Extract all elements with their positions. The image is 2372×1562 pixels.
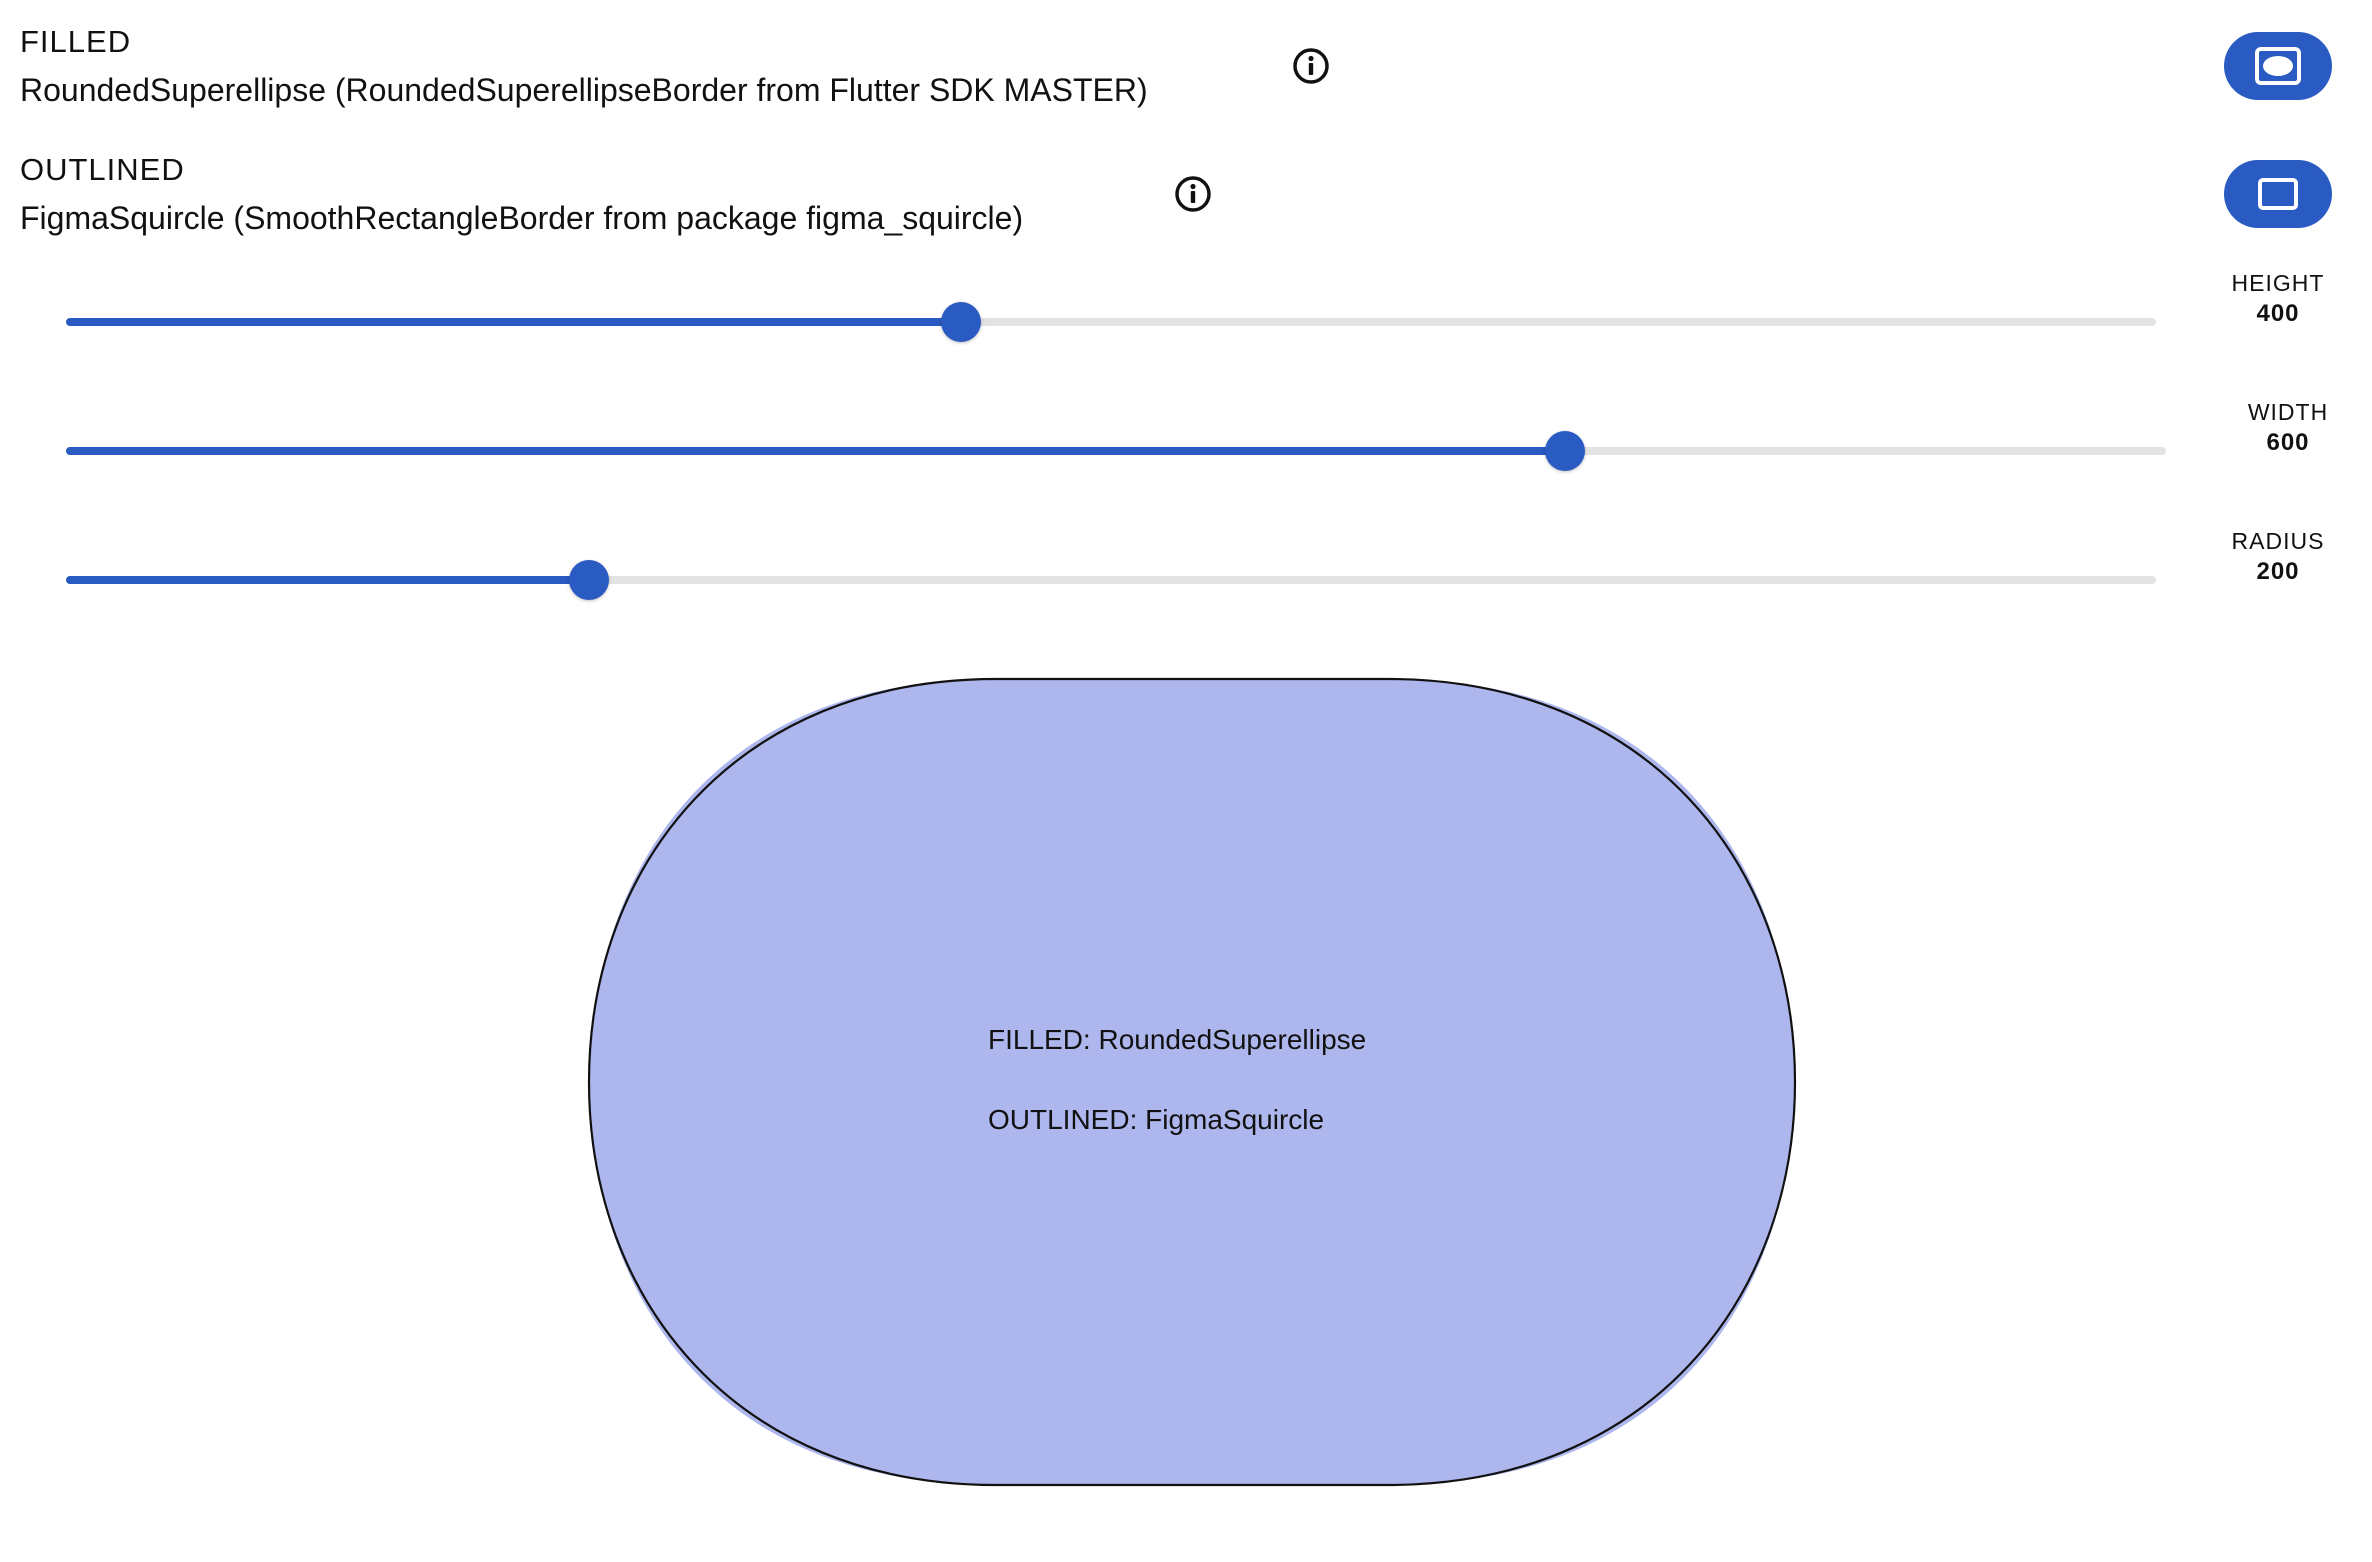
height-slider[interactable] — [66, 300, 2156, 344]
width-value: 600 — [2266, 429, 2310, 456]
height-label: HEIGHT — [2231, 270, 2325, 296]
slider-fill — [66, 318, 961, 326]
filled-mode-description: RoundedSuperellipse (RoundedSuperellipse… — [20, 72, 1148, 108]
filled-rounded-superellipse — [590, 680, 1794, 1484]
info-icon[interactable] — [1292, 47, 1330, 85]
radius-slider[interactable] — [66, 558, 2156, 602]
height-value: 400 — [2256, 300, 2300, 327]
preview-outlined-text: OUTLINED: FigmaSquircle — [988, 1104, 1325, 1135]
radius-readout: RADIUS 200 — [2178, 526, 2372, 588]
width-slider[interactable] — [66, 429, 2166, 473]
slider-thumb[interactable] — [568, 560, 609, 600]
rectangle-outline-icon — [2258, 178, 2298, 210]
slider-fill — [66, 576, 589, 584]
radius-label: RADIUS — [2231, 528, 2325, 554]
filled-mode-label: FILLED — [20, 24, 132, 59]
radius-value: 200 — [2256, 558, 2300, 585]
info-icon[interactable] — [1174, 175, 1212, 213]
slider-fill — [66, 447, 1566, 455]
slider-thumb[interactable] — [940, 302, 981, 342]
width-label: WIDTH — [2247, 399, 2329, 425]
filled-shape-toggle-button[interactable] — [2224, 32, 2332, 100]
rounded-superellipse-filled-icon — [2255, 47, 2301, 85]
preview-filled-text: FILLED: RoundedSuperellipse — [988, 1024, 1367, 1055]
height-readout: HEIGHT 400 — [2178, 268, 2372, 330]
slider-thumb[interactable] — [1545, 431, 1586, 471]
outlined-mode-label: OUTLINED — [20, 152, 185, 187]
outlined-mode-description: FigmaSquircle (SmoothRectangleBorder fro… — [20, 200, 1024, 236]
outlined-shape-toggle-button[interactable] — [2224, 160, 2332, 228]
width-readout: WIDTH 600 — [2188, 397, 2372, 459]
shape-preview — [587, 677, 1797, 1487]
